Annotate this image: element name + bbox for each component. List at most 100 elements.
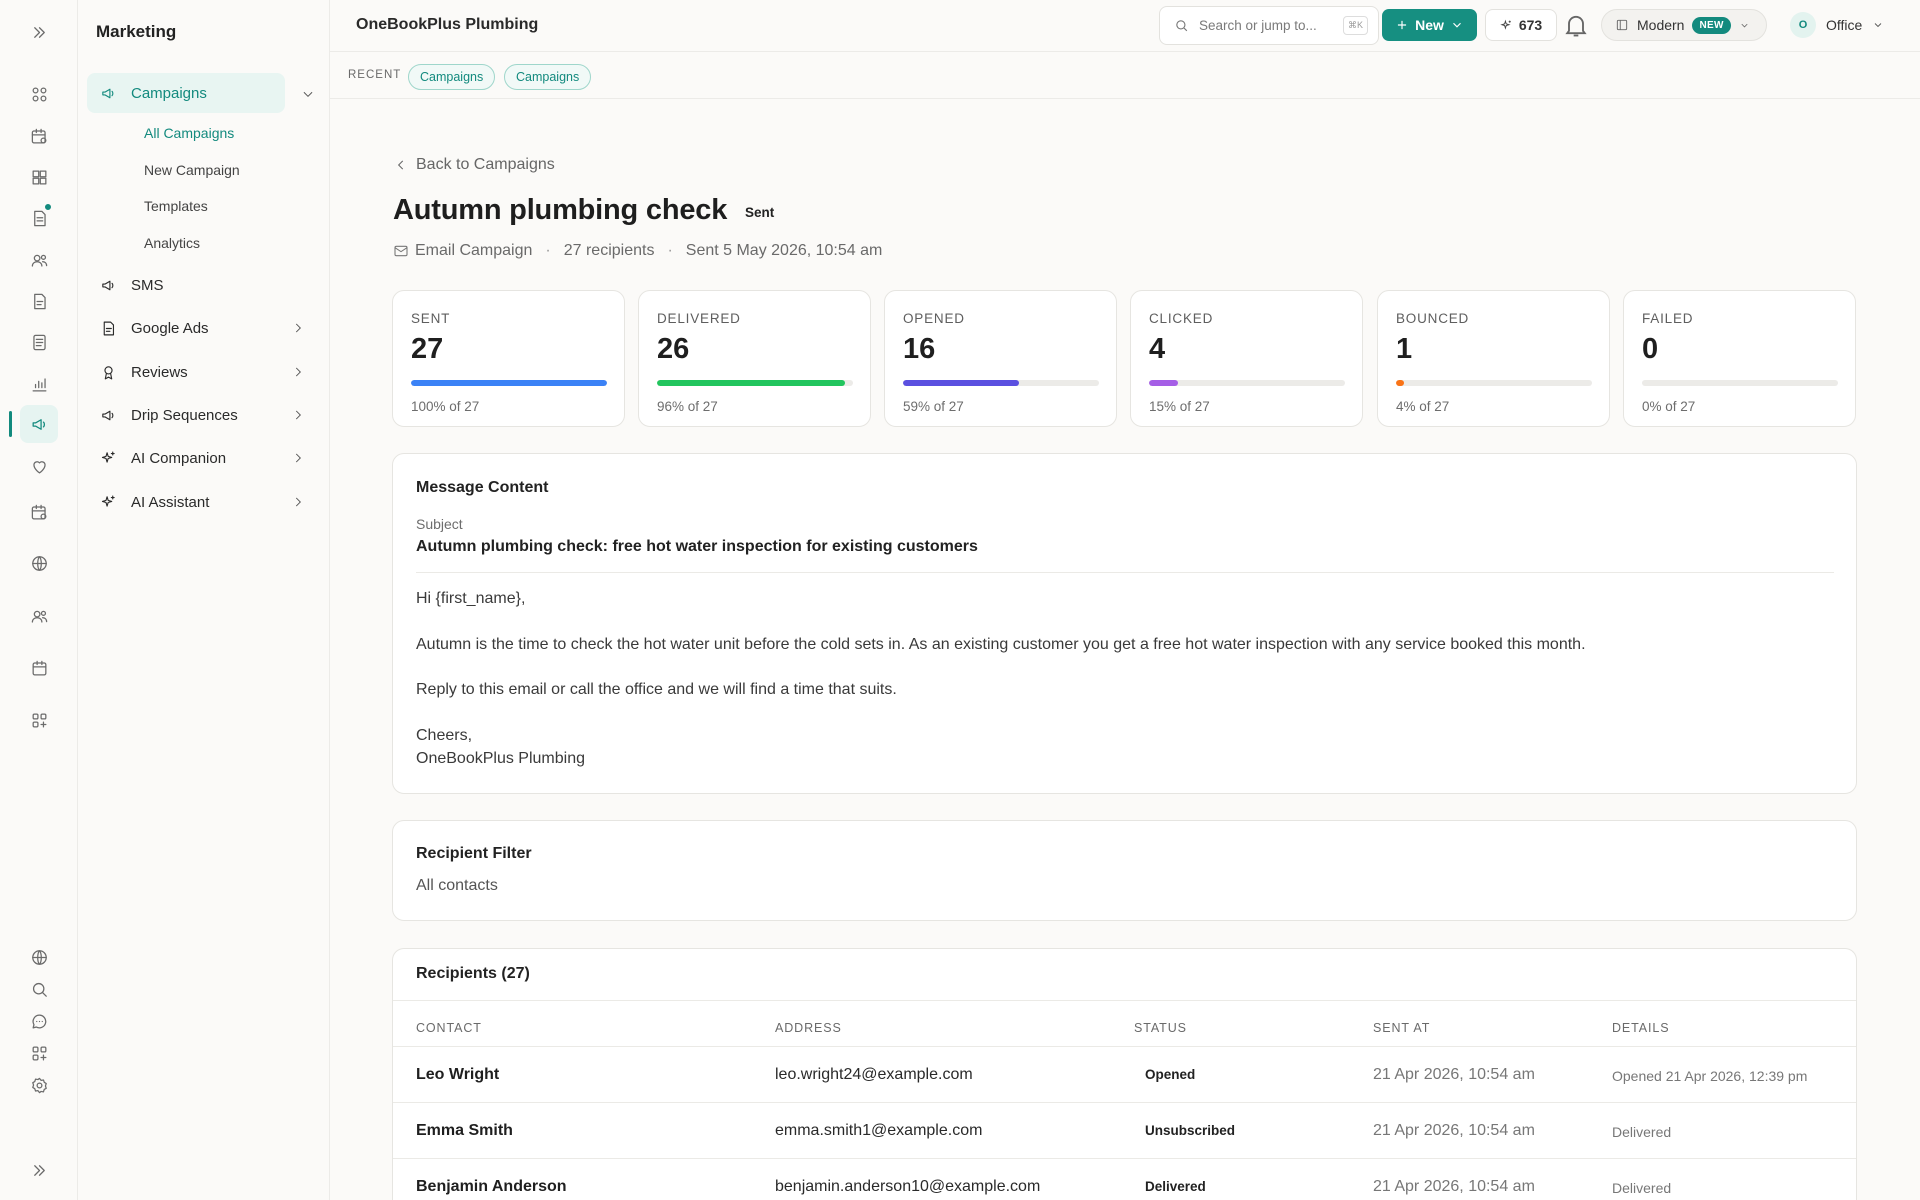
collapse-rail-icon[interactable] <box>20 1151 58 1189</box>
sidebar-item-drip-sequences[interactable]: Drip Sequences <box>87 395 319 435</box>
chevron-right-icon <box>295 497 301 507</box>
bell-icon <box>1565 15 1587 37</box>
heart-icon[interactable] <box>20 447 58 485</box>
document-icon <box>103 321 115 335</box>
card-heading: Recipients (27) <box>416 965 530 982</box>
chevron-left-icon <box>397 160 404 170</box>
campaign-meta: Email Campaign · 27 recipients · Sent 5 … <box>393 242 882 260</box>
apps-grid-icon[interactable] <box>20 158 58 196</box>
sidebar-item-sms[interactable]: SMS <box>87 265 319 305</box>
stat-progress <box>903 380 1099 386</box>
recipient-filter-card: Recipient Filter All contacts <box>392 820 1857 921</box>
dashboard-icon[interactable] <box>20 75 58 113</box>
subject-line: Autumn plumbing check: free hot water in… <box>416 538 978 555</box>
contact-name: Emma Smith <box>416 1122 513 1139</box>
megaphone-icon[interactable] <box>20 405 58 443</box>
sidebar-item-campaigns[interactable]: Campaigns <box>87 73 285 113</box>
chevron-right-icon <box>295 323 301 333</box>
stat-value: 0 <box>1642 333 1659 365</box>
table-row[interactable]: Benjamin Anderson benjamin.anderson10@ex… <box>393 1158 1856 1200</box>
settings-icon[interactable] <box>20 1066 58 1104</box>
column-header[interactable]: SENT AT <box>1373 1021 1430 1035</box>
notifications-button[interactable] <box>1562 11 1592 41</box>
ai-credits-button[interactable]: 673 <box>1485 9 1557 41</box>
stat-label: DELIVERED <box>657 311 741 326</box>
bar-chart-icon[interactable] <box>20 365 58 403</box>
stat-progress <box>411 380 607 386</box>
recent-bar: RECENT Campaigns Campaigns <box>330 52 1920 99</box>
icon-rail <box>0 0 78 1200</box>
status-badge: Opened <box>1134 1061 1207 1088</box>
chevron-down-icon <box>1452 22 1461 28</box>
invoice-icon[interactable] <box>20 282 58 320</box>
status-badge: Sent <box>745 205 775 220</box>
stat-card-opened: OPENED 16 59% of 27 <box>884 290 1117 427</box>
stat-value: 16 <box>903 333 936 365</box>
document-icon[interactable] <box>20 199 58 237</box>
column-header[interactable]: ADDRESS <box>775 1021 842 1035</box>
email-address: benjamin.anderson10@example.com <box>775 1178 1041 1195</box>
sidebar-item-ai-assistant[interactable]: AI Assistant <box>87 482 319 522</box>
add-apps-icon[interactable] <box>20 701 58 739</box>
search-placeholder: Search or jump to... <box>1199 18 1317 33</box>
column-header[interactable]: DETAILS <box>1612 1021 1669 1035</box>
table-row[interactable]: Emma Smith emma.smith1@example.com Unsub… <box>393 1102 1856 1158</box>
stat-percent: 4% of 27 <box>1396 399 1450 414</box>
sidebar-item-label: SMS <box>131 276 164 294</box>
subnav-templates[interactable]: Templates <box>144 198 208 214</box>
sidebar-item-label: Google Ads <box>131 319 209 337</box>
theme-label: Modern <box>1637 17 1685 33</box>
stat-progress-fill <box>1396 380 1404 386</box>
recent-chip[interactable]: Campaigns <box>504 64 592 90</box>
sidebar-item-label: AI Assistant <box>131 493 210 511</box>
filter-value: All contacts <box>416 877 498 894</box>
column-header[interactable]: STATUS <box>1134 1021 1187 1035</box>
expand-rail-icon[interactable] <box>20 13 58 51</box>
globe-icon[interactable] <box>20 544 58 582</box>
subnav-analytics[interactable]: Analytics <box>144 235 200 251</box>
sparkle-icon <box>101 495 115 507</box>
divider <box>393 1000 1856 1001</box>
customers-icon[interactable] <box>20 241 58 279</box>
stat-label: BOUNCED <box>1396 311 1470 326</box>
chevron-down-icon <box>1741 23 1748 27</box>
subnav-new-campaign[interactable]: New Campaign <box>144 162 240 178</box>
award-icon <box>104 365 113 379</box>
schedule-icon[interactable] <box>20 493 58 531</box>
sparkle-icon <box>101 451 115 463</box>
receipt-icon[interactable] <box>20 323 58 361</box>
stat-card-failed: FAILED 0 0% of 27 <box>1623 290 1856 427</box>
recipients-card: Recipients (27) CONTACT ADDRESS STATUS S… <box>392 948 1857 1200</box>
team-icon[interactable] <box>20 597 58 635</box>
details: Opened 21 Apr 2026, 12:39 pm <box>1612 1068 1808 1084</box>
search-input[interactable]: Search or jump to... ⌘K <box>1159 6 1379 45</box>
sparkle-icon <box>1500 19 1511 30</box>
sidebar-item-reviews[interactable]: Reviews <box>87 352 319 392</box>
calendar-clock-icon[interactable] <box>20 117 58 155</box>
message-body-line: Autumn is the time to check the hot wate… <box>416 636 1586 653</box>
search-icon <box>1176 20 1188 32</box>
column-header[interactable]: CONTACT <box>416 1021 482 1035</box>
sidebar-item-ai-companion[interactable]: AI Companion <box>87 438 319 478</box>
email-address: emma.smith1@example.com <box>775 1122 983 1139</box>
message-body-line: Cheers, <box>416 727 473 744</box>
theme-switcher[interactable]: Modern NEW <box>1601 9 1767 41</box>
mail-icon <box>394 245 408 257</box>
sidebar-item-google-ads[interactable]: Google Ads <box>87 308 319 348</box>
back-link[interactable]: Back to Campaigns <box>394 156 555 174</box>
recent-label: RECENT <box>348 69 402 81</box>
chevron-down-icon[interactable] <box>301 87 315 101</box>
office-switcher[interactable]: O Office <box>1790 12 1884 38</box>
subnav-all-campaigns[interactable]: All Campaigns <box>144 125 234 141</box>
card-heading: Recipient Filter <box>416 845 532 862</box>
new-button[interactable]: New <box>1382 9 1477 41</box>
stat-value: 26 <box>657 333 690 365</box>
recent-chip[interactable]: Campaigns <box>408 64 496 90</box>
table-row[interactable]: Leo Wright leo.wright24@example.com Open… <box>393 1046 1856 1102</box>
calendar-icon[interactable] <box>20 649 58 687</box>
card-heading: Message Content <box>416 479 549 496</box>
stat-progress <box>1396 380 1592 386</box>
active-indicator <box>9 411 12 437</box>
sidebar-item-label: AI Companion <box>131 449 227 467</box>
stat-value: 4 <box>1149 333 1166 365</box>
